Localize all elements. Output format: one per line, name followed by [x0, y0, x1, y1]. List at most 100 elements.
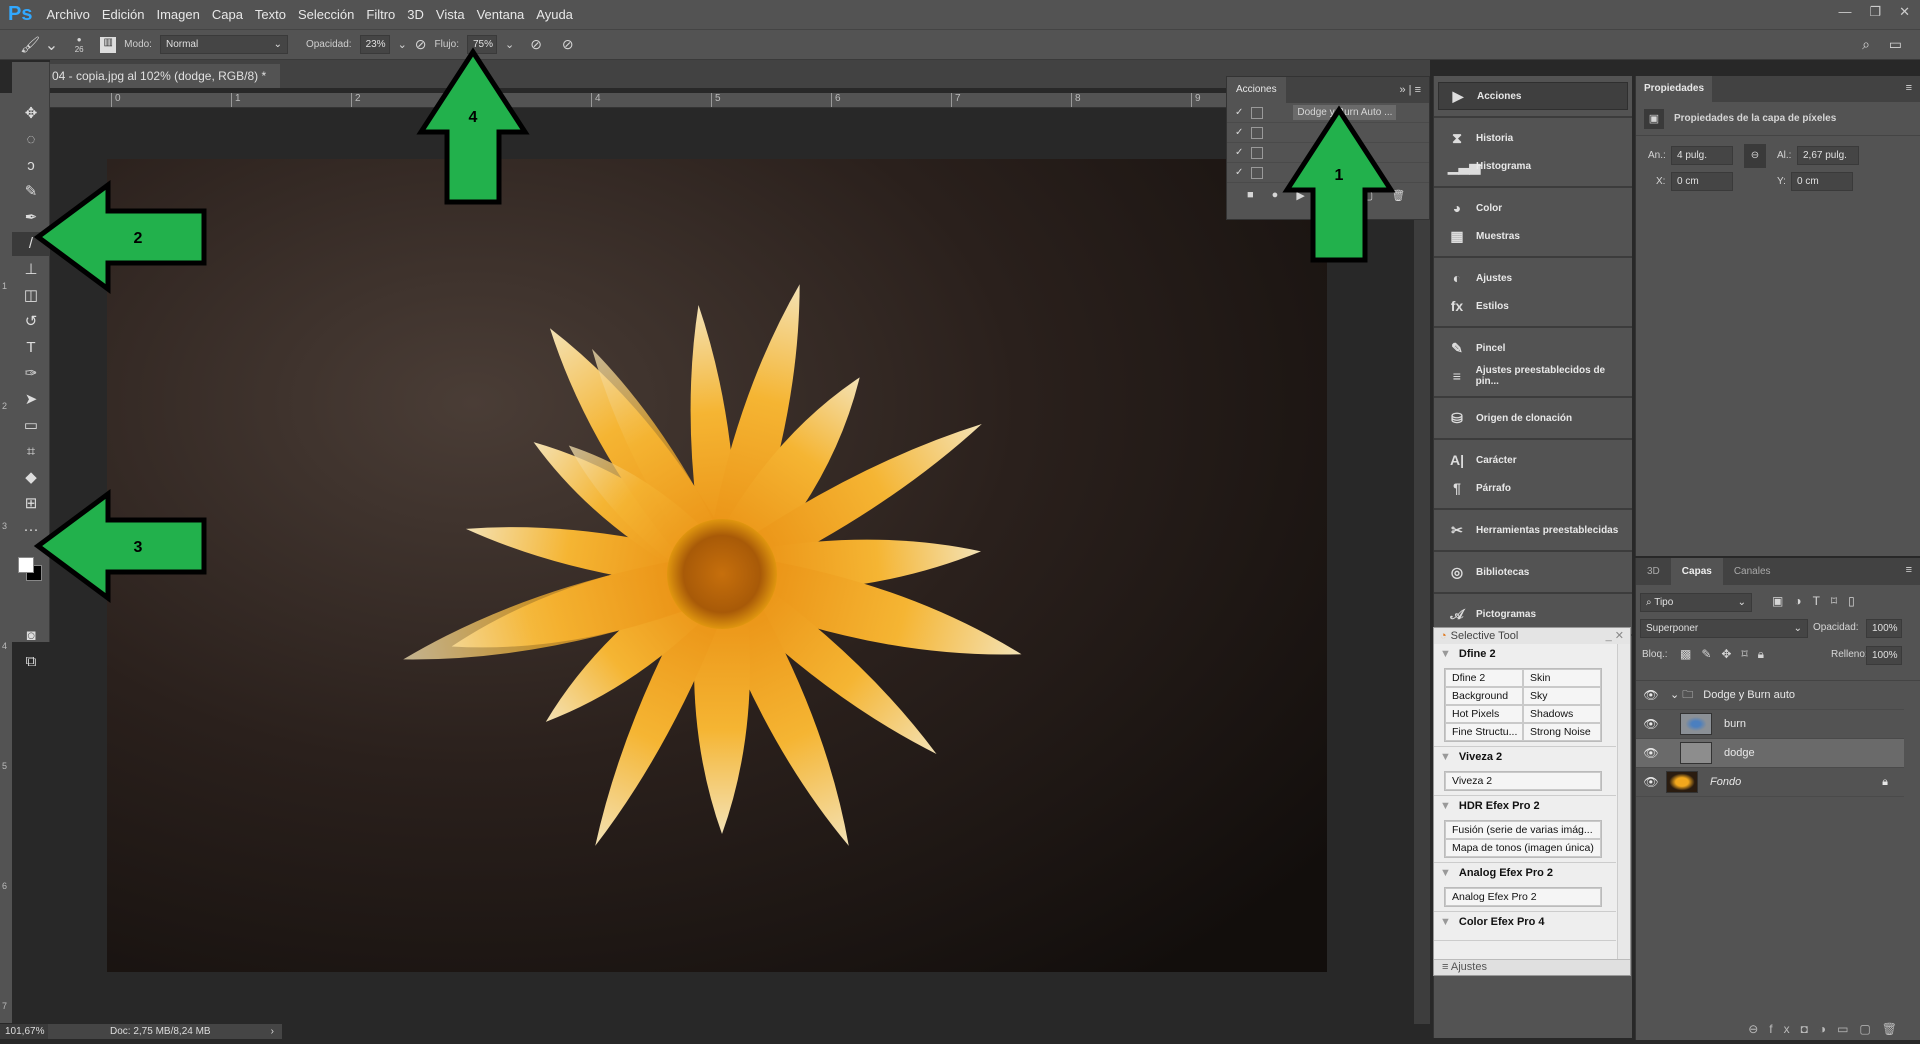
filter-button[interactable]: Background: [1445, 687, 1523, 705]
rectangle-tool-icon[interactable]: ▭: [12, 414, 50, 438]
collapse-triangle-icon[interactable]: ▼: [1440, 648, 1451, 660]
dialog-toggle-icon[interactable]: [1251, 106, 1264, 119]
selective-group-header[interactable]: ▼ HDR Efex Pro 2: [1434, 798, 1616, 820]
dock-item-tool-presets[interactable]: ✂ Herramientas preestablecidas: [1438, 516, 1628, 544]
menu-3[interactable]: Capa: [212, 7, 243, 22]
close-icon[interactable]: _ ✕: [1606, 628, 1624, 644]
menu-10[interactable]: Ayuda: [536, 7, 573, 22]
filter-button[interactable]: Skin: [1523, 669, 1601, 687]
actions-tab[interactable]: Acciones: [1227, 77, 1286, 103]
new-action-icon[interactable]: ▢: [1363, 189, 1373, 202]
selective-group-header[interactable]: ▼ Viveza 2: [1434, 749, 1616, 771]
minimize-button[interactable]: —: [1838, 4, 1851, 20]
screen-mode-icon[interactable]: ⧉: [12, 650, 50, 674]
eraser-tool-icon[interactable]: ◫: [12, 284, 50, 308]
collapse-triangle-icon[interactable]: ▼: [1440, 867, 1451, 879]
menu-0[interactable]: Archivo: [46, 7, 89, 22]
quick-mask-icon[interactable]: ◙: [12, 624, 50, 648]
brush-size-picker[interactable]: ● 26: [66, 35, 92, 55]
filter-button[interactable]: Strong Noise: [1523, 723, 1601, 741]
tab-3d[interactable]: 3D: [1636, 558, 1671, 585]
selective-group-header[interactable]: ▼ Color Efex Pro 4: [1434, 914, 1616, 936]
action-row[interactable]: ✓ ctual: [1227, 163, 1429, 183]
menu-5[interactable]: Selección: [298, 7, 354, 22]
x-input[interactable]: 0 cm: [1671, 172, 1733, 191]
layer-filter-select[interactable]: ⌕ Tipo ⌄: [1640, 593, 1752, 612]
collapse-triangle-icon[interactable]: ▼: [1440, 800, 1451, 812]
close-button[interactable]: ✕: [1899, 4, 1910, 20]
dock-item-histogram[interactable]: ▁▃▅ Histograma: [1438, 152, 1628, 180]
crop-tool-icon[interactable]: ⌗: [12, 440, 50, 464]
stop-icon[interactable]: ■: [1247, 189, 1254, 202]
filter-button[interactable]: Hot Pixels: [1445, 705, 1523, 723]
quick-select-tool-icon[interactable]: ✎: [12, 180, 50, 204]
menu-6[interactable]: Filtro: [366, 7, 395, 22]
tab-canales[interactable]: Canales: [1723, 558, 1782, 585]
zoom-level[interactable]: 101,67%: [0, 1024, 48, 1039]
dock-item-libraries[interactable]: ◎ Bibliotecas: [1438, 558, 1628, 586]
dock-item-glyphs[interactable]: 𝒜 Pictogramas: [1438, 600, 1628, 628]
flow-input[interactable]: 75%: [466, 35, 497, 54]
filter-button[interactable]: Dfine 2: [1445, 669, 1523, 687]
history-brush-tool-icon[interactable]: ↺: [12, 310, 50, 334]
visibility-eye-icon[interactable]: 👁︎: [1636, 775, 1666, 789]
artboard-tool-icon[interactable]: ⊞: [12, 492, 50, 516]
more-tools-icon[interactable]: ···: [12, 518, 50, 542]
marquee-tool-icon[interactable]: ◌: [12, 128, 50, 152]
check-icon[interactable]: ✓: [1235, 107, 1243, 118]
filter-button[interactable]: Fusión (serie de varias imág...: [1445, 821, 1601, 839]
filter-button[interactable]: Sky: [1523, 687, 1601, 705]
layer-row[interactable]: 👁︎ ⌄ 🗀︎ Dodge y Burn auto: [1636, 681, 1904, 710]
brush-tool-icon[interactable]: /: [12, 232, 50, 256]
airbrush-icon[interactable]: ⊘: [530, 36, 542, 53]
delete-icon[interactable]: 🗑︎: [1391, 189, 1405, 202]
panel-menu-icon[interactable]: ≡: [1906, 82, 1912, 94]
height-input[interactable]: 2,67 pulg.: [1797, 146, 1859, 165]
collapse-triangle-icon[interactable]: ▼: [1440, 916, 1451, 928]
blend-mode-select[interactable]: Superponer ⌄: [1640, 619, 1808, 638]
pressure-size-icon[interactable]: ⊘: [562, 36, 574, 53]
dock-item-color-palette[interactable]: ◕ Color: [1438, 194, 1628, 222]
paint-bucket-tool-icon[interactable]: ◆: [12, 466, 50, 490]
dock-item-paragraph[interactable]: ¶ Párrafo: [1438, 474, 1628, 502]
layer-opacity-input[interactable]: 100%: [1866, 619, 1902, 638]
ajustes-tab[interactable]: ≡ Ajustes: [1442, 961, 1487, 973]
visibility-eye-icon[interactable]: 👁︎: [1636, 717, 1666, 731]
filter-button[interactable]: Shadows: [1523, 705, 1601, 723]
move-tool-icon[interactable]: ✥: [12, 102, 50, 126]
mode-select[interactable]: Normal ⌄: [159, 35, 288, 54]
vertical-scrollbar[interactable]: [1414, 88, 1430, 1024]
width-input[interactable]: 4 pulg.: [1671, 146, 1733, 165]
folder-icon[interactable]: ⌄ 🗀︎: [1670, 686, 1693, 705]
status-menu-icon[interactable]: ›: [271, 1026, 274, 1037]
action-row[interactable]: ✓ de aj...: [1227, 143, 1429, 163]
color-swatches[interactable]: [18, 557, 46, 583]
dialog-toggle-icon[interactable]: [1251, 166, 1264, 179]
dock-item-adjustments[interactable]: ◐ Ajustes: [1438, 264, 1628, 292]
dock-item-play[interactable]: ▶ Acciones: [1438, 82, 1628, 110]
layer-row[interactable]: 👁︎ dodge: [1636, 739, 1904, 768]
stamp-tool-icon[interactable]: ⊥: [12, 258, 50, 282]
brush-tool-preset-icon[interactable]: 🖌︎ ⌄: [20, 35, 58, 55]
menu-8[interactable]: Vista: [436, 7, 465, 22]
search-icon[interactable]: ⌕: [1862, 36, 1870, 53]
type-tool-icon[interactable]: T: [12, 336, 50, 360]
y-input[interactable]: 0 cm: [1791, 172, 1853, 191]
dock-item-swatches[interactable]: ▦ Muestras: [1438, 222, 1628, 250]
menu-7[interactable]: 3D: [407, 7, 424, 22]
visibility-eye-icon[interactable]: 👁︎: [1636, 746, 1666, 760]
tab-capas[interactable]: Capas: [1670, 558, 1723, 585]
panel-menu-icon[interactable]: » | ≡: [1399, 84, 1421, 96]
brush-panel-toggle-icon[interactable]: ▥: [100, 36, 117, 53]
menu-2[interactable]: Imagen: [156, 7, 199, 22]
dock-item-styles[interactable]: fx Estilos: [1438, 292, 1628, 320]
opacity-input[interactable]: 23%: [359, 35, 390, 54]
properties-tab[interactable]: Propiedades: [1636, 76, 1713, 102]
link-icon[interactable]: ⊖: [1744, 144, 1766, 168]
menu-1[interactable]: Edición: [102, 7, 145, 22]
pressure-opacity-icon[interactable]: ⊘: [415, 36, 427, 53]
restore-button[interactable]: ❐: [1869, 4, 1881, 20]
workspace-icon[interactable]: ▭: [1889, 36, 1902, 53]
check-icon[interactable]: ✓: [1235, 147, 1243, 158]
fill-input[interactable]: 100%: [1866, 646, 1902, 665]
